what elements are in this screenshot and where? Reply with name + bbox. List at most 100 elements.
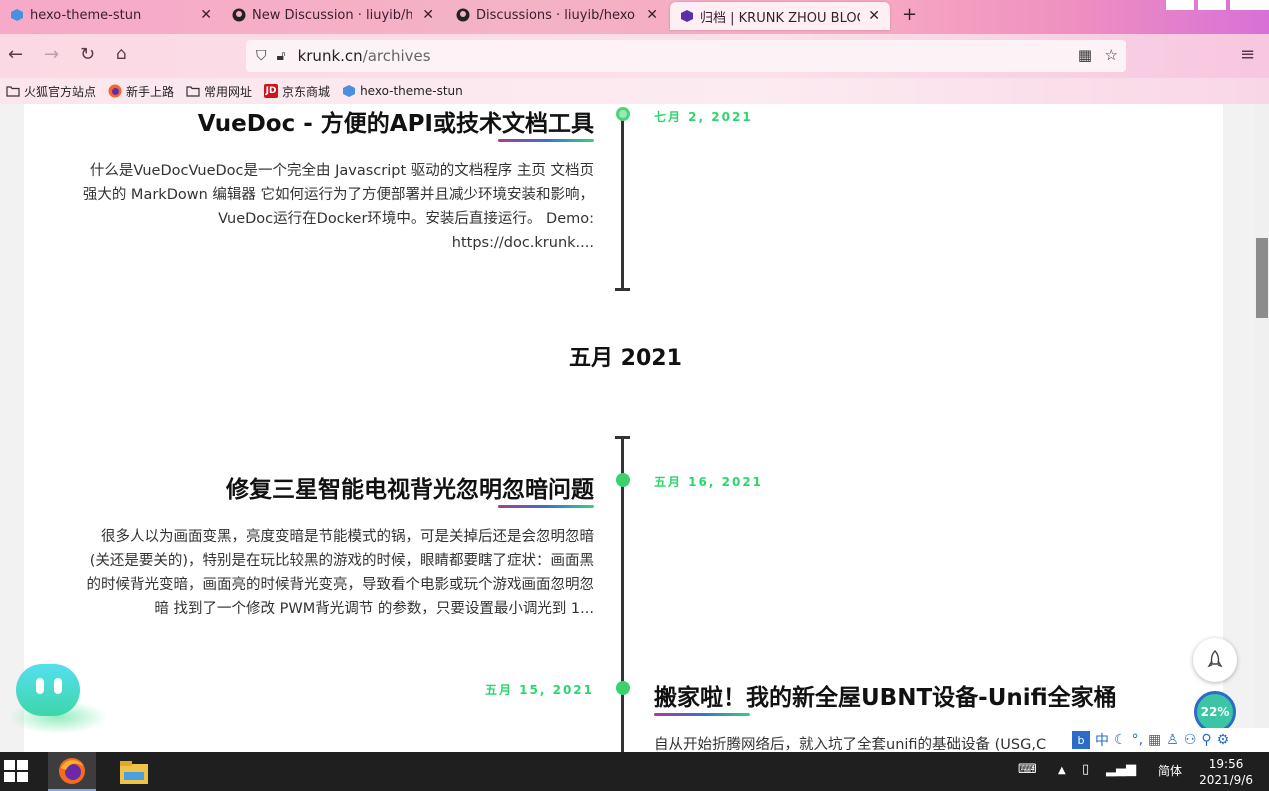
folder-icon [120, 760, 148, 784]
bookmark-label: 火狐官方站点 [24, 84, 97, 99]
close-tab-icon[interactable]: ✕ [646, 7, 658, 23]
new-tab-icon[interactable]: + [902, 4, 917, 25]
maximize-window-icon[interactable] [1198, 0, 1226, 10]
qr-code-icon[interactable]: ▦ [1078, 46, 1092, 64]
timeline-cap [615, 288, 630, 291]
reading-progress-badge[interactable]: 22% [1194, 691, 1236, 733]
timeline-line [621, 114, 624, 290]
ime-user-icon[interactable]: ⚇ [1184, 732, 1197, 748]
ime-search-icon[interactable]: ⚲ [1201, 732, 1211, 748]
bookmark-star-icon[interactable]: ☆ [1105, 46, 1118, 64]
back-to-top-rocket-icon[interactable] [1193, 638, 1237, 682]
ime-punctuation-icon[interactable]: °, [1132, 732, 1143, 748]
mascot-eye [54, 678, 62, 694]
menu-icon[interactable]: ≡ [1240, 44, 1255, 65]
mascot-eye [36, 678, 44, 694]
volume-icon[interactable]: 🔈︎ [1130, 762, 1138, 777]
ime-moon-icon[interactable]: ☾ [1114, 732, 1127, 748]
ime-toolbar: b 中 ☾ °, ▦ ♙ ⚇ ⚲ ⚙ [1070, 728, 1269, 752]
firefox-icon [108, 84, 122, 98]
show-hidden-icons-icon[interactable]: ▲ [1058, 765, 1066, 776]
tab-new-discussion[interactable]: New Discussion · liuyib/hexo-theme-stun … [222, 0, 444, 30]
bookmark-label: 京东商城 [282, 84, 331, 99]
forward-arrow-icon[interactable]: → [44, 44, 59, 65]
close-window-icon[interactable] [1230, 0, 1269, 10]
post-date: 五月 15, 2021 [484, 683, 594, 697]
post-title-unifi[interactable]: 搬家啦！我的新全屋UBNT设备-Unifi全家桶 [654, 678, 1117, 712]
navigation-toolbar: ← → ↻ ⌂ ⛉ 🔓︎ krunk.cn/archives ▦ ☆ ≡ [0, 34, 1269, 78]
month-heading: 五月 2021 [569, 346, 682, 371]
post-date: 七月 2, 2021 [654, 110, 753, 124]
close-tab-icon[interactable]: ✕ [200, 7, 212, 23]
ime-indicator[interactable]: 简体 [1158, 762, 1182, 779]
url-path: /archives [362, 47, 431, 65]
timeline-dot [616, 473, 630, 487]
tab-discussions[interactable]: Discussions · liuyib/hexo-theme-stun ✕ [446, 0, 668, 30]
close-tab-icon[interactable]: ✕ [868, 8, 880, 24]
bookmark-label: 常用网址 [204, 84, 253, 99]
bookmark-label: hexo-theme-stun [360, 84, 463, 98]
bookmarks-bar: 火狐官方站点 新手上路 常用网址 JD 京东商城 hexo-theme-stun [0, 78, 1269, 104]
home-icon[interactable]: ⌂ [116, 44, 127, 64]
archive-card: VueDoc - 方便的API或技术文档工具 七月 2, 2021 什么是Vue… [24, 104, 1223, 752]
minimize-window-icon[interactable] [1166, 0, 1194, 10]
post-excerpt: 什么是VueDocVueDoc是一个完全由 Javascript 驱动的文档程序… [82, 163, 594, 251]
bookmark-common-sites[interactable]: 常用网址 [186, 83, 252, 100]
insecure-lock-icon[interactable]: 🔓︎ [277, 48, 286, 64]
bookmark-mozilla-official[interactable]: 火狐官方站点 [6, 83, 96, 100]
tab-hexo-theme-stun[interactable]: hexo-theme-stun ✕ [0, 0, 222, 30]
ime-settings-icon[interactable]: ⚙ [1217, 732, 1230, 748]
tab-strip: hexo-theme-stun ✕ New Discussion · liuyi… [0, 0, 1269, 34]
tab-label: New Discussion · liuyib/hexo-theme-stun [252, 7, 412, 23]
back-arrow-icon[interactable]: ← [8, 44, 23, 65]
address-bar[interactable]: ⛉ 🔓︎ krunk.cn/archives ▦ ☆ [246, 40, 1126, 72]
ime-keyboard-icon[interactable]: ▦ [1148, 732, 1161, 748]
ime-logo-icon[interactable]: b [1072, 731, 1090, 749]
tab-archive-active[interactable]: 归档 | KRUNK ZHOU BLOG ✕ [670, 2, 890, 30]
post-date: 五月 16, 2021 [654, 475, 764, 489]
url-host: krunk.cn [297, 47, 363, 65]
taskbar-clock[interactable]: 19:56 2021/9/6 [1199, 756, 1253, 788]
post-title-samsung-tv[interactable]: 修复三星智能电视背光忽明忽暗问题 [226, 470, 594, 504]
reload-icon[interactable]: ↻ [80, 44, 95, 65]
clock-date: 2021/9/6 [1199, 773, 1253, 787]
bookmark-getting-started[interactable]: 新手上路 [108, 83, 174, 100]
jd-icon: JD [264, 84, 279, 98]
firefox-icon [59, 757, 85, 784]
bookmark-hexo-theme-stun[interactable]: hexo-theme-stun [342, 84, 463, 98]
timeline-dot [616, 107, 630, 121]
folder-icon [186, 84, 200, 98]
stun-logo-icon [10, 8, 24, 22]
url-text[interactable]: krunk.cn/archives [298, 47, 431, 65]
device-icon[interactable]: ▯ [1082, 762, 1089, 777]
tab-label: hexo-theme-stun [30, 7, 142, 23]
post-title-vuedoc[interactable]: VueDoc - 方便的API或技术文档工具 [198, 104, 594, 138]
taskbar-file-explorer[interactable] [110, 752, 158, 791]
tab-label: Discussions · liuyib/hexo-theme-stun [476, 7, 636, 23]
mascot-avatar[interactable] [16, 664, 80, 716]
ime-skin-icon[interactable]: ♙ [1166, 732, 1179, 748]
folder-icon [6, 84, 20, 98]
clock-time: 19:56 [1208, 757, 1244, 771]
bookmark-label: 新手上路 [126, 84, 175, 99]
post-excerpt: 很多人以为画面变黑，亮度变暗是节能模式的锅，可是关掉后还是会忽明忽暗 (关还是要… [86, 529, 595, 617]
timeline-dot [616, 681, 630, 695]
ime-chinese-mode-icon[interactable]: 中 [1095, 730, 1109, 750]
github-icon [456, 8, 470, 22]
title-underline [498, 505, 594, 508]
title-underline [498, 139, 594, 142]
page-scrollbar[interactable] [1255, 104, 1269, 752]
taskbar: ⌨ ▲ ▯ ▂▄▆ 🔈︎ 简体 19:56 2021/9/6 [0, 752, 1269, 791]
page-viewport: VueDoc - 方便的API或技术文档工具 七月 2, 2021 什么是Vue… [0, 104, 1269, 752]
tab-label: 归档 | KRUNK ZHOU BLOG [700, 10, 860, 26]
github-icon [232, 8, 246, 22]
scrollbar-thumb[interactable] [1256, 238, 1268, 318]
shield-icon[interactable]: ⛉ [256, 48, 267, 64]
title-underline [654, 713, 750, 716]
touch-keyboard-icon[interactable]: ⌨ [1018, 762, 1037, 777]
bookmark-jd[interactable]: JD 京东商城 [264, 83, 330, 100]
windows-start-icon[interactable] [4, 760, 30, 784]
taskbar-firefox[interactable] [48, 752, 96, 791]
close-tab-icon[interactable]: ✕ [422, 7, 434, 23]
stun-logo-icon [342, 84, 356, 98]
